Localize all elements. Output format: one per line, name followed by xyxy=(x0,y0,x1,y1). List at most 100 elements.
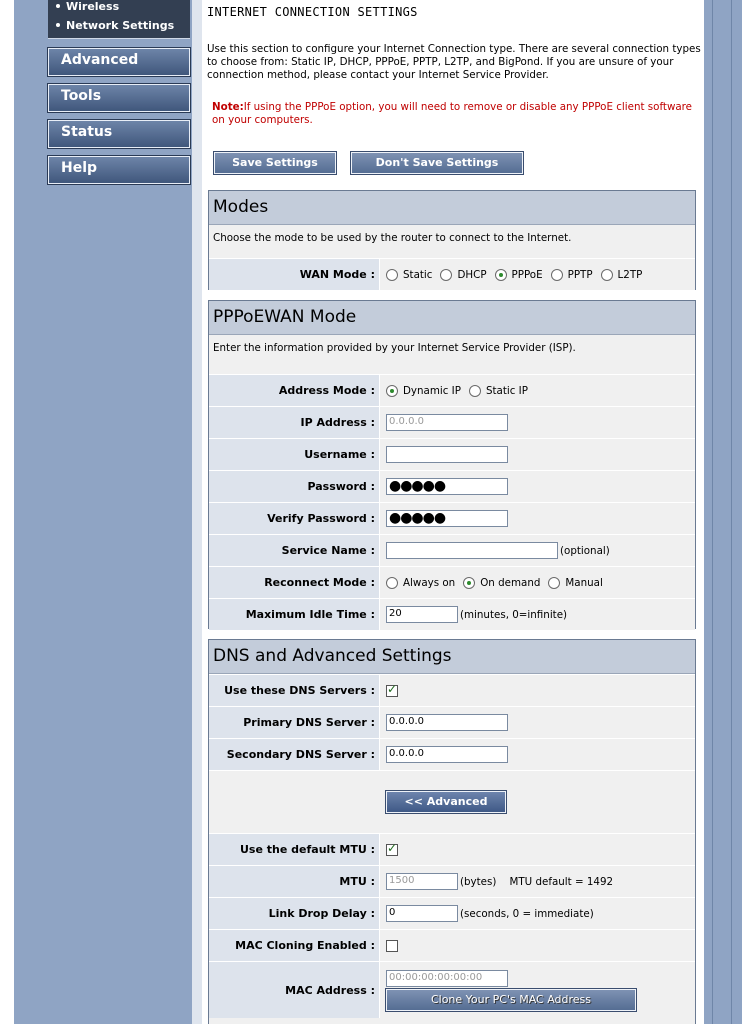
option-label: DHCP xyxy=(457,268,487,281)
bullet-icon xyxy=(56,23,60,27)
clone-mac-button[interactable]: Clone Your PC's MAC Address xyxy=(385,987,637,1012)
wan-mode-label: WAN Mode : xyxy=(209,259,379,290)
idle-time-row: Maximum Idle Time : 20 (minutes, 0=infini… xyxy=(209,598,695,630)
service-name-input[interactable] xyxy=(386,542,558,559)
mac-cloning-label: MAC Cloning Enabled : xyxy=(209,930,379,961)
password-cell: ●●●●● xyxy=(379,471,695,502)
address-mode-row: Address Mode : Dynamic IP Static IP xyxy=(209,374,695,406)
idle-time-cell: 20 (minutes, 0=infinite) xyxy=(379,599,695,630)
pppoe-section: PPPoEWAN Mode Enter the information prov… xyxy=(208,300,696,630)
service-name-label: Service Name : xyxy=(209,535,379,566)
dns-section: DNS and Advanced Settings Use these DNS … xyxy=(208,639,696,1024)
default-mtu-row: Use the default MTU : xyxy=(209,833,695,865)
note-body: If using the PPPoE option, you will need… xyxy=(212,101,693,126)
verify-password-label: Verify Password : xyxy=(209,503,379,534)
password-input[interactable]: ●●●●● xyxy=(386,478,508,495)
ip-address-label: IP Address : xyxy=(209,407,379,438)
address-mode-static[interactable]: Static IP xyxy=(468,384,528,397)
use-dns-cell xyxy=(379,675,695,706)
note-text: Note:If using the PPPoE option, you will… xyxy=(212,101,702,127)
dont-save-settings-button[interactable]: Don't Save Settings xyxy=(350,151,524,175)
address-mode-dynamic[interactable]: Dynamic IP xyxy=(386,384,461,397)
reconnect-mode-label: Reconnect Mode : xyxy=(209,567,379,598)
main-content: INTERNET CONNECTION SETTINGS Use this se… xyxy=(202,0,704,1024)
mac-address-cell: 00:00:00:00:00:00 Clone Your PC's MAC Ad… xyxy=(379,962,695,1018)
username-label: Username : xyxy=(209,439,379,470)
reconnect-mode-row: Reconnect Mode : Always on On demand Man… xyxy=(209,566,695,598)
link-drop-input[interactable]: 0 xyxy=(386,905,458,922)
option-label: Manual xyxy=(565,576,603,589)
sidebar: Wireless Network Settings Advanced Tools… xyxy=(14,0,192,1024)
modes-section: Modes Choose the mode to be used by the … xyxy=(208,190,696,290)
wan-mode-static[interactable]: Static xyxy=(386,268,433,281)
radio-icon xyxy=(386,576,398,589)
subnav-item-network-settings[interactable]: Network Settings xyxy=(56,19,174,32)
username-row: Username : xyxy=(209,438,695,470)
mac-address-row: MAC Address : 00:00:00:00:00:00 Clone Yo… xyxy=(209,961,695,1018)
option-label: Dynamic IP xyxy=(403,384,461,397)
advanced-toggle-button[interactable]: << Advanced xyxy=(385,790,507,814)
save-settings-button[interactable]: Save Settings xyxy=(213,151,337,175)
subnav-panel: Wireless Network Settings xyxy=(48,0,190,39)
radio-icon xyxy=(440,268,453,281)
dns-title: DNS and Advanced Settings xyxy=(209,640,695,674)
radio-icon xyxy=(600,268,613,281)
pppoe-title: PPPoEWAN Mode xyxy=(209,301,695,335)
use-dns-checkbox[interactable] xyxy=(386,682,398,697)
nav-button-status[interactable]: Status xyxy=(47,119,191,149)
option-label: Static IP xyxy=(485,384,528,397)
option-label: PPTP xyxy=(567,268,593,281)
wan-mode-l2tp[interactable]: L2TP xyxy=(600,268,642,281)
default-mtu-checkbox[interactable] xyxy=(386,841,398,856)
use-dns-label: Use these DNS Servers : xyxy=(209,675,379,706)
mtu-row: MTU : 1500 (bytes) MTU default = 1492 xyxy=(209,865,695,897)
sidebar-gap xyxy=(192,0,202,1024)
radio-icon xyxy=(386,268,398,281)
link-drop-row: Link Drop Delay : 0 (seconds, 0 = immedia… xyxy=(209,897,695,929)
reconnect-mode-options: Always on On demand Manual xyxy=(379,567,695,598)
wan-mode-pppoe[interactable]: PPPoE xyxy=(494,268,543,281)
secondary-dns-label: Secondary DNS Server : xyxy=(209,739,379,770)
secondary-dns-input[interactable]: 0.0.0.0 xyxy=(386,746,508,763)
nav-button-advanced[interactable]: Advanced xyxy=(47,47,191,77)
nav-button-help[interactable]: Help xyxy=(47,155,191,185)
password-label: Password : xyxy=(209,471,379,502)
verify-password-row: Verify Password : ●●●●● xyxy=(209,502,695,534)
verify-password-input[interactable]: ●●●●● xyxy=(386,510,508,527)
service-name-cell: (optional) xyxy=(379,535,695,566)
link-drop-note: (seconds, 0 = immediate) xyxy=(460,907,594,920)
left-border xyxy=(0,0,15,1024)
secondary-dns-cell: 0.0.0.0 xyxy=(379,739,695,770)
option-label: Static xyxy=(403,268,433,281)
wan-mode-options: Static DHCP PPPoE PPTP L2TP xyxy=(379,259,695,290)
mac-cloning-row: MAC Cloning Enabled : xyxy=(209,929,695,961)
reconnect-on-demand[interactable]: On demand xyxy=(463,576,541,589)
mtu-input[interactable]: 1500 xyxy=(386,873,458,890)
password-row: Password : ●●●●● xyxy=(209,470,695,502)
subnav-item-wireless[interactable]: Wireless xyxy=(56,0,119,13)
pppoe-description: Enter the information provided by your I… xyxy=(209,335,695,374)
idle-time-input[interactable]: 20 xyxy=(386,606,458,623)
default-mtu-cell xyxy=(379,834,695,865)
ip-address-input[interactable]: 0.0.0.0 xyxy=(386,414,508,431)
mtu-note: (bytes) MTU default = 1492 xyxy=(460,875,614,888)
address-mode-options: Dynamic IP Static IP xyxy=(379,375,695,406)
wan-mode-dhcp[interactable]: DHCP xyxy=(440,268,487,281)
primary-dns-label: Primary DNS Server : xyxy=(209,707,379,738)
primary-dns-input[interactable]: 0.0.0.0 xyxy=(386,714,508,731)
username-input[interactable] xyxy=(386,446,508,463)
nav-button-tools[interactable]: Tools xyxy=(47,83,191,113)
mac-address-input[interactable]: 00:00:00:00:00:00 xyxy=(386,969,508,987)
radio-icon xyxy=(468,384,481,397)
mac-cloning-cell xyxy=(379,930,695,961)
reconnect-always-on[interactable]: Always on xyxy=(386,576,455,589)
mac-cloning-checkbox[interactable] xyxy=(386,939,398,952)
ip-address-cell: 0.0.0.0 xyxy=(379,407,695,438)
wan-mode-pptp[interactable]: PPTP xyxy=(550,268,593,281)
note-label: Note: xyxy=(212,101,244,113)
ip-address-row: IP Address : 0.0.0.0 xyxy=(209,406,695,438)
option-label: On demand xyxy=(480,576,541,589)
primary-dns-cell: 0.0.0.0 xyxy=(379,707,695,738)
reconnect-manual[interactable]: Manual xyxy=(548,576,603,589)
mtu-cell: 1500 (bytes) MTU default = 1492 xyxy=(379,866,695,897)
